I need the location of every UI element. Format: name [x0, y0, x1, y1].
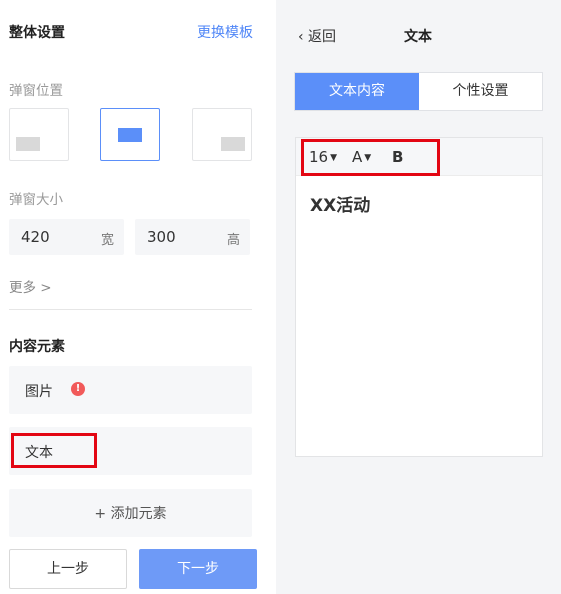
- height-unit: 高: [226, 233, 240, 248]
- position-center-preview: [118, 128, 142, 142]
- position-right-preview: [221, 137, 245, 151]
- divider: [9, 309, 252, 310]
- element-item-image[interactable]: 图片 !: [9, 366, 252, 414]
- tab-bar: 文本内容 个性设置: [294, 72, 543, 111]
- warning-icon: !: [71, 382, 85, 396]
- overall-settings-panel: 整体设置 更换模板 弹窗位置 弹窗大小 420 宽 300 高 更多 > 内容元…: [0, 0, 276, 594]
- prev-step-button[interactable]: 上一步: [9, 549, 127, 589]
- panel-title: 整体设置: [9, 25, 65, 41]
- back-button[interactable]: ‹ 返回: [298, 26, 336, 46]
- element-item-label: 图片: [25, 384, 53, 400]
- height-value: 300: [147, 228, 176, 246]
- editor-content[interactable]: XX活动: [310, 191, 370, 216]
- more-options-link[interactable]: 更多 >: [9, 276, 52, 296]
- tab-text-content[interactable]: 文本内容: [295, 73, 419, 110]
- height-input[interactable]: 300 高: [135, 219, 250, 255]
- width-input[interactable]: 420 宽: [9, 219, 124, 255]
- position-left-preview: [16, 137, 40, 151]
- popup-size-label: 弹窗大小: [9, 192, 63, 208]
- popup-position-label: 弹窗位置: [9, 83, 63, 99]
- position-center-option[interactable]: [100, 108, 160, 161]
- content-elements-title: 内容元素: [9, 339, 65, 355]
- text-settings-panel: ‹ 返回 文本 文本内容 个性设置 16 ▼ A ▼ B XX活动: [276, 0, 561, 594]
- text-editor[interactable]: 16 ▼ A ▼ B XX活动: [295, 137, 543, 457]
- toolbar-highlight: [301, 139, 440, 176]
- tab-custom-settings[interactable]: 个性设置: [419, 73, 542, 110]
- switch-template-link[interactable]: 更换模板: [197, 22, 253, 42]
- width-unit: 宽: [100, 233, 114, 248]
- position-right-option[interactable]: [192, 108, 252, 161]
- add-element-label: + 添加元素: [94, 506, 167, 522]
- position-left-option[interactable]: [9, 108, 69, 161]
- next-step-button[interactable]: 下一步: [139, 549, 257, 589]
- width-value: 420: [21, 228, 50, 246]
- panel-title: 文本: [404, 29, 432, 45]
- add-element-button[interactable]: + 添加元素: [9, 489, 252, 537]
- text-element-highlight: [11, 433, 97, 468]
